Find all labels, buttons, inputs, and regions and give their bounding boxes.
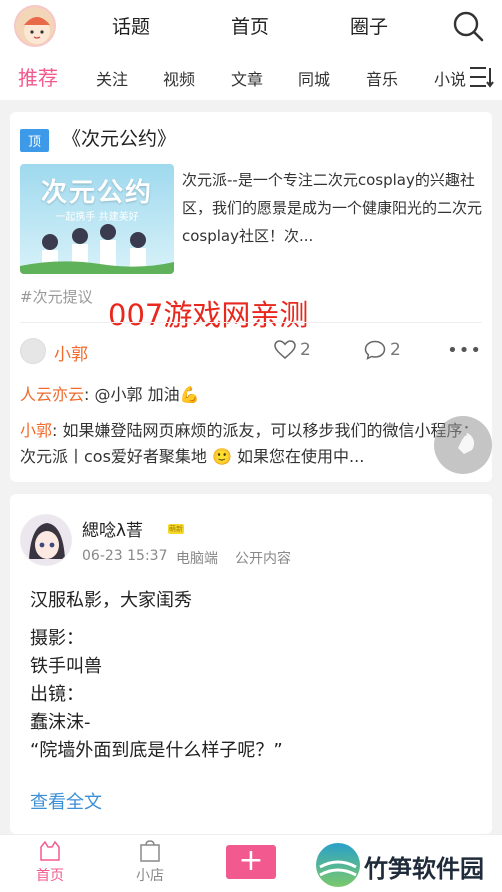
post-body-line: 铁手叫兽 <box>30 656 102 677</box>
more-options-icon[interactable]: ••• <box>447 340 482 361</box>
post-body-line: 蠢沫沫- <box>30 712 91 733</box>
post-card[interactable]: 緦唸λ萻 萌新 06-23 15:37 电脑端 公开内容 汉服私影，大家闺秀 摄… <box>10 494 492 834</box>
home-icon <box>40 840 60 861</box>
divider <box>20 322 482 323</box>
post-device: 电脑端 <box>176 551 218 567</box>
tab-circles[interactable]: 圈子 <box>350 12 388 39</box>
like-count: 2 <box>300 340 311 360</box>
bottom-nav-shop[interactable]: 小店 <box>120 839 180 885</box>
post-body-line: 出镜： <box>30 684 84 705</box>
user-avatar-icon[interactable] <box>14 5 56 47</box>
comment-item[interactable]: 人云亦云: @小郭 加油💪 <box>20 382 482 408</box>
post-body-line: “院墙外面到底是什么样子呢？” <box>30 740 283 761</box>
thumbnail-illustration <box>20 224 174 274</box>
post-author-row: 小郭 2 2 ••• <box>20 336 482 368</box>
tab-home[interactable]: 首页 <box>231 12 269 39</box>
add-post-button[interactable]: + <box>226 845 276 879</box>
rocket-icon <box>458 433 475 454</box>
tab-topics[interactable]: 话题 <box>112 12 150 39</box>
post-body-line: 汉服私影，大家闺秀 <box>30 590 192 611</box>
subnav-item-recommend[interactable]: 推荐 <box>18 62 58 91</box>
subnav-item-article[interactable]: 文章 <box>231 66 263 90</box>
level-badge: 萌新 <box>168 524 184 534</box>
top-bar: 话题 首页 圈子 <box>0 0 502 52</box>
subnav-item-novel[interactable]: 小说 <box>434 66 466 90</box>
bottom-nav-shop-label: 小店 <box>136 868 164 884</box>
post-description[interactable]: 次元派--是一个专注二次元cosplay的兴趣社区，我们的愿景是成为一个健康阳光… <box>182 166 482 250</box>
comment-count: 2 <box>390 340 401 360</box>
pinned-tag: 顶 <box>20 129 50 152</box>
heart-icon <box>274 340 296 359</box>
comment-author[interactable]: 小郭 <box>20 421 52 440</box>
subnav-item-video[interactable]: 视频 <box>163 66 195 90</box>
subnav-item-follow[interactable]: 关注 <box>96 66 128 90</box>
floating-action-button[interactable] <box>434 416 492 474</box>
pinned-post-card[interactable]: 顶 《次元公约》 次元公约 一起携手 共建美好 次元派--是一个专注二次元cos… <box>10 112 492 482</box>
author-name[interactable]: 小郭 <box>54 340 88 365</box>
shop-icon <box>140 840 160 862</box>
post-visibility: 公开内容 <box>235 551 291 567</box>
comment-text: : 如果嫌登陆网页麻烦的派友，可以移步我们的微信小程序：次元派丨cos爱好者聚集… <box>20 421 479 466</box>
post-title[interactable]: 《次元公约》 <box>62 124 176 151</box>
post-thumbnail[interactable]: 次元公约 一起携手 共建美好 <box>20 164 174 274</box>
bottom-nav: 首页 小店 + 竹笋软件园 <box>0 834 502 892</box>
category-menu-icon[interactable] <box>468 64 494 90</box>
read-more-link[interactable]: 查看全文 <box>30 788 102 814</box>
watermark-logo: 竹笋软件园 <box>316 841 502 889</box>
comment-item[interactable]: 小郭: 如果嫌登陆网页麻烦的派友，可以移步我们的微信小程序：次元派丨cos爱好者… <box>20 418 482 470</box>
comment-text: : @小郭 加油💪 <box>84 385 200 404</box>
watermark-logo-icon <box>316 843 360 887</box>
bottom-nav-home[interactable]: 首页 <box>20 839 80 885</box>
post-date: 06-23 15:37 <box>82 548 168 564</box>
author-avatar[interactable] <box>20 338 46 364</box>
comment-icon <box>364 340 386 360</box>
post-hashtag[interactable]: #次元提议 <box>20 286 93 307</box>
post-author-name[interactable]: 緦唸λ萻 <box>82 516 143 541</box>
search-icon[interactable] <box>452 10 484 42</box>
user-avatar[interactable] <box>20 514 72 566</box>
bottom-nav-home-label: 首页 <box>36 868 64 884</box>
comment-author[interactable]: 人云亦云 <box>20 385 84 404</box>
post-body-line: 摄影： <box>30 628 84 649</box>
subnav-item-local[interactable]: 同城 <box>298 66 330 90</box>
comment-button[interactable]: 2 <box>364 340 401 360</box>
subnav-item-music[interactable]: 音乐 <box>366 66 398 90</box>
like-button[interactable]: 2 <box>274 340 311 360</box>
category-nav: 推荐 关注 视频 文章 同城 音乐 小说 <box>0 52 502 100</box>
watermark-text: 007游戏网亲测 <box>108 298 309 332</box>
watermark-logo-text: 竹笋软件园 <box>364 855 484 883</box>
